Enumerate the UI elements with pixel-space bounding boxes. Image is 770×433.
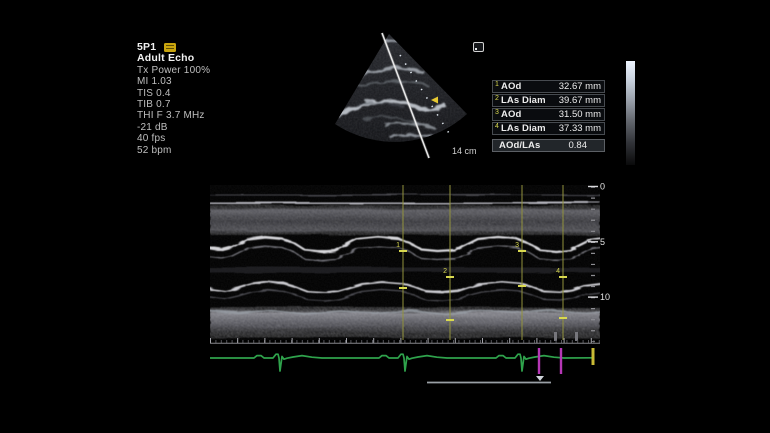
- measurement-row[interactable]: 2 LAs Diam 39.67 mm: [492, 94, 605, 107]
- param-tis: TIS 0.4: [137, 88, 210, 99]
- caliper-number-4: 4: [556, 268, 560, 275]
- param-fps: 40 fps: [137, 133, 210, 144]
- image-store-icon[interactable]: [473, 42, 484, 52]
- param-gain: -21 dB: [137, 122, 210, 133]
- ecg-trace: [210, 354, 593, 371]
- sweep-pointer-icon[interactable]: [536, 376, 544, 381]
- measurement-value: 31.50 mm: [559, 109, 601, 120]
- measurement-row[interactable]: 3 AOd 31.50 mm: [492, 108, 605, 121]
- param-tib: TIB 0.7: [137, 99, 210, 110]
- exam-preset: Adult Echo: [137, 53, 210, 64]
- ultrasound-screen: 5P1 Adult Echo Tx Power 100% MI 1.03 TIS…: [0, 0, 770, 433]
- ratio-value: 0.84: [569, 140, 602, 151]
- system-info-panel: 5P1 Adult Echo Tx Power 100% MI 1.03 TIS…: [137, 42, 210, 156]
- grayscale-bar: [626, 61, 635, 165]
- clipboard-icon[interactable]: [164, 43, 176, 52]
- ecg-strip: [210, 345, 600, 387]
- caliper-index: 4: [495, 123, 501, 130]
- depth-tick-10: 10: [600, 292, 610, 302]
- depth-major-ticks: [588, 187, 598, 298]
- transducer-name: 5P1: [137, 41, 156, 53]
- param-mi: MI 1.03: [137, 76, 210, 87]
- caliper-number-3: 3: [515, 242, 519, 249]
- ratio-label: AOd/LAs: [495, 140, 569, 151]
- depth-axis: 0 5 10: [585, 180, 619, 352]
- caliper-number-2: 2: [443, 268, 447, 275]
- measurement-row[interactable]: 4 LAs Diam 37.33 mm: [492, 122, 605, 135]
- depth-tick-0: 0: [600, 182, 605, 192]
- ratio-row[interactable]: AOd/LAs 0.84: [492, 139, 605, 152]
- caliper-index: 1: [495, 81, 501, 88]
- measurement-label: LAs Diam: [501, 95, 559, 106]
- caliper-number-1: 1: [396, 242, 400, 249]
- caliper-index: 3: [495, 109, 501, 116]
- transducer-name-line: 5P1: [137, 42, 210, 53]
- param-tx-power: Tx Power 100%: [137, 65, 210, 76]
- caliper-index: 2: [495, 95, 501, 102]
- measurement-label: AOd: [501, 81, 559, 92]
- mmode-trace-area: 1 2 3 4: [210, 185, 600, 350]
- sweep-progress: [427, 376, 551, 383]
- measurement-value: 37.33 mm: [559, 123, 601, 134]
- param-bpm: 52 bpm: [137, 145, 210, 156]
- measurement-value: 39.67 mm: [559, 95, 601, 106]
- measurement-label: AOd: [501, 109, 559, 120]
- param-thi: THI F 3.7 MHz: [137, 110, 210, 121]
- measurement-value: 32.67 mm: [559, 81, 601, 92]
- depth-scale-label: 14 cm: [452, 146, 477, 156]
- depth-tick-5: 5: [600, 237, 605, 247]
- measurement-results-panel: 1 AOd 32.67 mm 2 LAs Diam 39.67 mm 3 AOd…: [492, 80, 605, 153]
- measurement-row[interactable]: 1 AOd 32.67 mm: [492, 80, 605, 93]
- measurement-label: LAs Diam: [501, 123, 559, 134]
